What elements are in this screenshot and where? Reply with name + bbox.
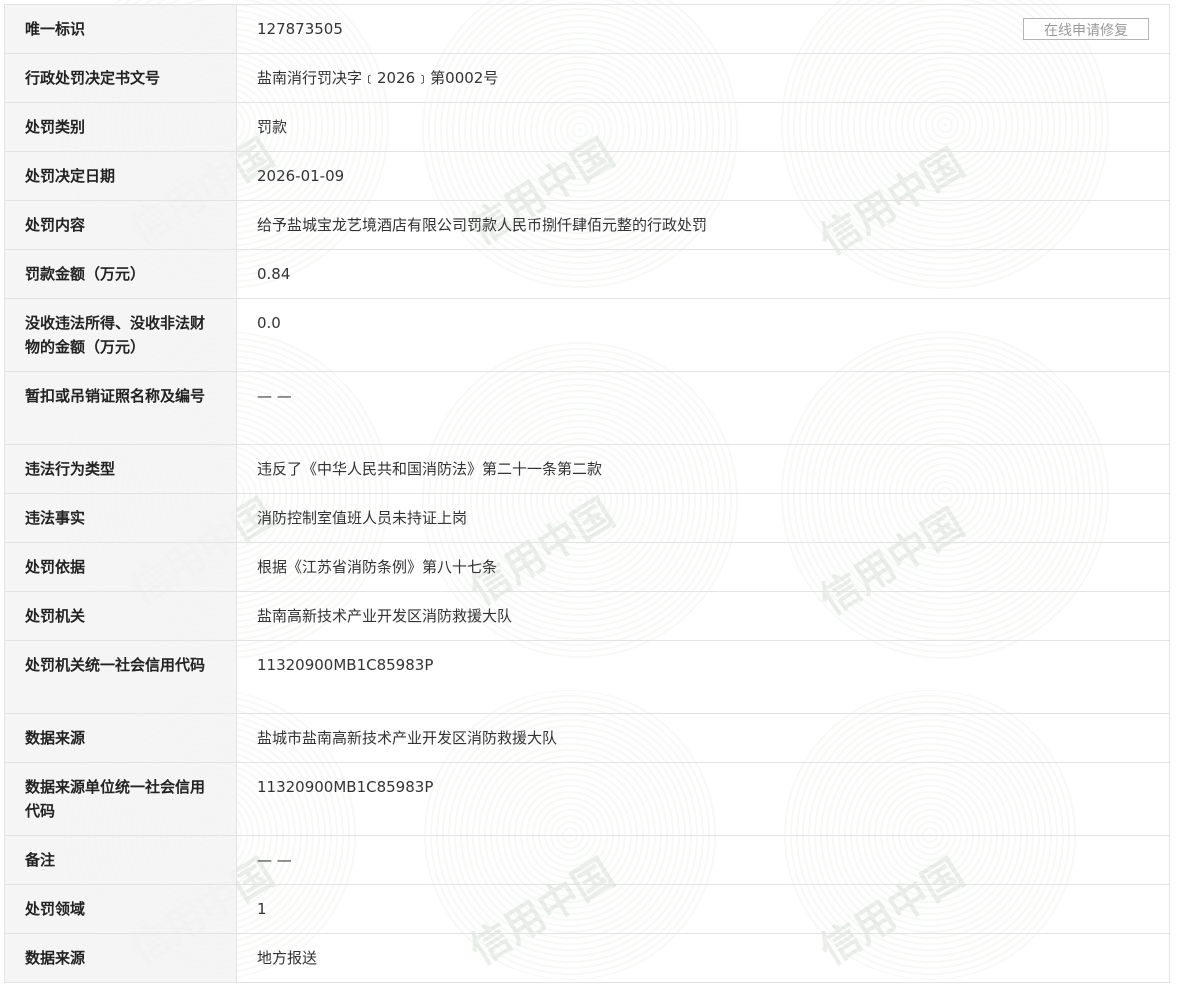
- field-value: — —: [236, 371, 1170, 445]
- table-row: 数据来源 盐城市盐南高新技术产业开发区消防救援大队: [4, 713, 1170, 763]
- field-value: 11320900MB1C85983P: [236, 640, 1170, 714]
- field-value: 127873505: [257, 20, 343, 38]
- field-label: 暂扣或吊销证照名称及编号: [4, 371, 237, 445]
- table-row: 数据来源单位统一社会信用代码 11320900MB1C85983P: [4, 762, 1170, 836]
- field-label: 处罚类别: [4, 102, 237, 152]
- field-value: 违反了《中华人民共和国消防法》第二十一条第二款: [236, 444, 1170, 494]
- field-value: 根据《江苏省消防条例》第八十七条: [236, 542, 1170, 592]
- field-label: 罚款金额（万元）: [4, 249, 237, 299]
- field-label: 违法事实: [4, 493, 237, 543]
- table-row: 备注 — —: [4, 835, 1170, 885]
- field-label: 处罚机关统一社会信用代码: [4, 640, 237, 714]
- field-value: 地方报送: [236, 933, 1170, 983]
- field-value: 消防控制室值班人员未持证上岗: [236, 493, 1170, 543]
- table-row: 违法行为类型 违反了《中华人民共和国消防法》第二十一条第二款: [4, 444, 1170, 494]
- field-value: 0.0: [236, 298, 1170, 372]
- table-row: 处罚依据 根据《江苏省消防条例》第八十七条: [4, 542, 1170, 592]
- field-label: 唯一标识: [4, 4, 237, 54]
- table-row: 行政处罚决定书文号 盐南消行罚决字﹝2026﹞第0002号: [4, 53, 1170, 103]
- table-row: 暂扣或吊销证照名称及编号 — —: [4, 371, 1170, 445]
- field-label: 处罚机关: [4, 591, 237, 641]
- table-row: 处罚类别 罚款: [4, 102, 1170, 152]
- field-label: 数据来源: [4, 933, 237, 983]
- field-label: 没收违法所得、没收非法财物的金额（万元）: [4, 298, 237, 372]
- field-value: 11320900MB1C85983P: [236, 762, 1170, 836]
- table-row: 处罚决定日期 2026-01-09: [4, 151, 1170, 201]
- table-row: 处罚机关统一社会信用代码 11320900MB1C85983P: [4, 640, 1170, 714]
- table-row: 违法事实 消防控制室值班人员未持证上岗: [4, 493, 1170, 543]
- field-label: 数据来源单位统一社会信用代码: [4, 762, 237, 836]
- field-label: 违法行为类型: [4, 444, 237, 494]
- field-label: 数据来源: [4, 713, 237, 763]
- field-value: 2026-01-09: [236, 151, 1170, 201]
- field-value: 盐南高新技术产业开发区消防救援大队: [236, 591, 1170, 641]
- field-label: 处罚内容: [4, 200, 237, 250]
- field-value: 1: [236, 884, 1170, 934]
- table-row: 处罚机关 盐南高新技术产业开发区消防救援大队: [4, 591, 1170, 641]
- field-label: 行政处罚决定书文号: [4, 53, 237, 103]
- table-row: 没收违法所得、没收非法财物的金额（万元） 0.0: [4, 298, 1170, 372]
- field-value: 罚款: [236, 102, 1170, 152]
- penalty-record-table: 唯一标识 127873505 在线申请修复 行政处罚决定书文号 盐南消行罚决字﹝…: [4, 4, 1170, 983]
- field-label: 处罚依据: [4, 542, 237, 592]
- field-label: 备注: [4, 835, 237, 885]
- field-value: — —: [236, 835, 1170, 885]
- field-label: 处罚决定日期: [4, 151, 237, 201]
- field-value: 给予盐城宝龙艺境酒店有限公司罚款人民币捌仟肆佰元整的行政处罚: [236, 200, 1170, 250]
- table-row: 处罚领域 1: [4, 884, 1170, 934]
- field-value-cell: 127873505 在线申请修复: [236, 4, 1170, 54]
- field-label: 处罚领域: [4, 884, 237, 934]
- apply-repair-button[interactable]: 在线申请修复: [1023, 18, 1149, 40]
- field-value: 盐城市盐南高新技术产业开发区消防救援大队: [236, 713, 1170, 763]
- field-value: 盐南消行罚决字﹝2026﹞第0002号: [236, 53, 1170, 103]
- field-value: 0.84: [236, 249, 1170, 299]
- table-row: 唯一标识 127873505 在线申请修复: [4, 4, 1170, 54]
- table-row: 数据来源 地方报送: [4, 933, 1170, 983]
- table-row: 处罚内容 给予盐城宝龙艺境酒店有限公司罚款人民币捌仟肆佰元整的行政处罚: [4, 200, 1170, 250]
- table-row: 罚款金额（万元） 0.84: [4, 249, 1170, 299]
